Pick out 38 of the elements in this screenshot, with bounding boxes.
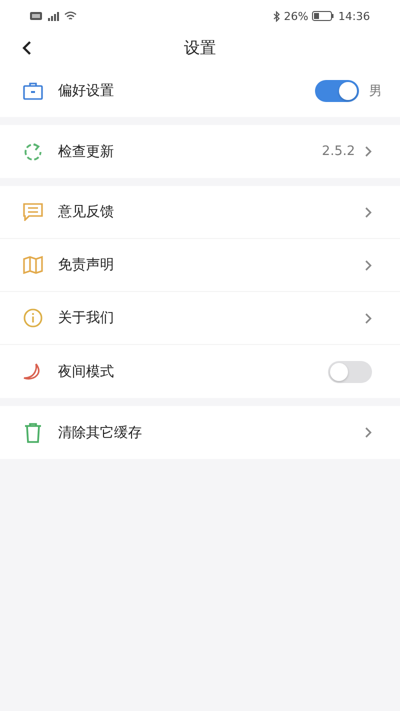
battery-icon (312, 11, 334, 21)
settings-link-row[interactable]: 意见反馈 (0, 186, 400, 239)
message-icon (22, 203, 44, 221)
row-label: 关于我们 (58, 309, 114, 327)
chevron-icon (365, 206, 372, 218)
row-label: 免责声明 (58, 256, 114, 274)
settings-link-row[interactable]: 清除其它缓存 (0, 406, 400, 459)
settings-link-row[interactable]: 检查更新 2.5.2 (0, 125, 400, 178)
wifi-icon (64, 11, 77, 21)
refresh-icon (22, 142, 44, 162)
row-value: 2.5.2 (322, 144, 355, 159)
toggle-switch[interactable] (315, 80, 359, 102)
row-label: 偏好设置 (58, 82, 114, 100)
chevron-icon (365, 260, 372, 270)
settings-link-row[interactable]: 免责声明 (0, 239, 400, 292)
trash-icon (22, 422, 44, 442)
page-title: 设置 (184, 38, 216, 58)
signal-icon (46, 12, 60, 20)
chevron-icon (365, 146, 372, 157)
battery-percent: 26% (284, 10, 308, 22)
info-icon (22, 308, 44, 328)
chevron-icon (365, 427, 372, 438)
settings-row[interactable]: 夜间模式 (0, 345, 400, 398)
settings-link-row[interactable]: 关于我们 (0, 292, 400, 345)
back-icon[interactable] (21, 40, 33, 56)
row-value: 男 (369, 82, 382, 100)
hd-icon (30, 12, 42, 20)
clock-time: 14:36 (338, 10, 370, 22)
map-icon (22, 256, 44, 274)
toggle-switch[interactable] (328, 360, 372, 382)
chevron-icon (365, 312, 372, 324)
row-label: 清除其它缓存 (58, 424, 142, 442)
row-label: 检查更新 (58, 142, 114, 160)
briefcase-icon (22, 82, 44, 100)
settings-row[interactable]: 偏好设置 男 (0, 64, 400, 117)
row-label: 意见反馈 (58, 203, 114, 221)
bluetooth-icon (272, 10, 280, 22)
row-label: 夜间模式 (58, 362, 114, 380)
